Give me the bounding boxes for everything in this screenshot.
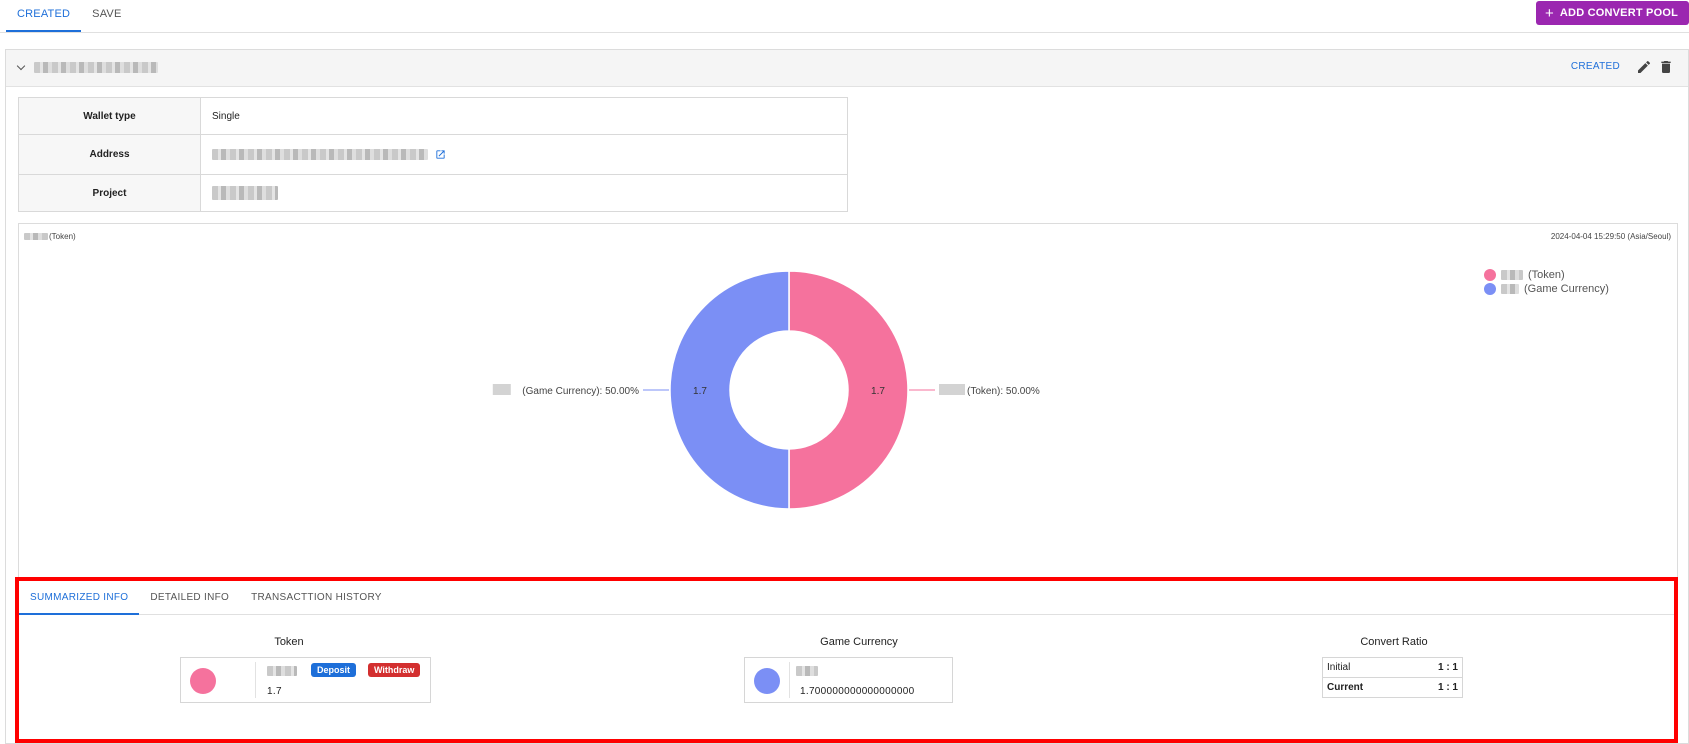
initial-label: Initial (1327, 662, 1351, 673)
project-redacted (212, 186, 278, 200)
external-link-icon[interactable] (435, 149, 446, 160)
slice-name-redacted (939, 384, 965, 395)
token-card: Deposit Withdraw 1.7 (180, 657, 431, 703)
table-row: Current 1 : 1 (1322, 677, 1463, 698)
game-currency-color-dot (754, 668, 780, 694)
tab-summarized-info[interactable]: SUMMARIZED INFO (19, 581, 140, 615)
add-convert-pool-button[interactable]: + ADD CONVERT POOL (1535, 1, 1689, 25)
card-divider (789, 662, 790, 698)
legend-dot-game-currency (1484, 283, 1496, 295)
slice-name-redacted (492, 384, 511, 395)
pool-name-redacted (34, 62, 158, 73)
initial-value: 1 : 1 (1437, 662, 1458, 673)
slice-value-label: 1.7 (693, 386, 707, 397)
legend-name-redacted (1501, 284, 1519, 294)
token-color-dot (190, 668, 216, 694)
table-row: Project (18, 174, 848, 212)
top-tabs: CREATED SAVE (6, 0, 133, 32)
add-convert-pool-label: ADD CONVERT POOL (1559, 7, 1678, 19)
tab-created[interactable]: CREATED (6, 0, 82, 32)
deposit-button[interactable]: Deposit (311, 663, 357, 677)
legend-label-token: (Token) (1528, 269, 1565, 281)
donut-chart: 1.7 (Token): 50.00% 1.7 (Game Currency): 50… (492, 270, 1040, 510)
address-value (200, 134, 848, 175)
tab-transaction-history[interactable]: TRANSACTTION HISTORY (240, 581, 393, 615)
trash-icon[interactable] (1658, 59, 1674, 75)
current-value: 1 : 1 (1407, 677, 1463, 698)
token-amount: 1.7 (267, 686, 282, 697)
wallet-type-value: Single (200, 97, 848, 135)
legend-dot-token (1484, 269, 1496, 281)
panel-header[interactable]: CREATED (6, 50, 1688, 87)
slice-percent-label: (Game Currency): 50.00% (522, 386, 639, 397)
table-row: Wallet type Single (18, 97, 848, 135)
token-name-redacted (267, 666, 297, 676)
withdraw-button[interactable]: Withdraw (368, 663, 421, 677)
card-divider (255, 662, 256, 698)
table-row: Address (18, 134, 848, 175)
tabs-divider (0, 32, 1689, 33)
tab-save[interactable]: SAVE (81, 0, 132, 32)
legend-name-redacted (1501, 270, 1523, 280)
game-currency-title: Game Currency (820, 636, 898, 648)
project-label: Project (18, 174, 201, 212)
project-value (200, 174, 848, 212)
chart-container: (Token) 2024-04-04 15:29:50 (Asia/Seoul)… (18, 223, 1678, 578)
game-currency-name-redacted (796, 666, 818, 676)
slice-percent-label: (Token): 50.00% (967, 386, 1040, 397)
legend-item-token[interactable]: (Token) (1484, 268, 1609, 282)
pie-slice[interactable] (788, 270, 909, 510)
address-redacted (212, 148, 428, 160)
summary-section-highlight: SUMMARIZED INFO DETAILED INFO TRANSACTTI… (15, 577, 1678, 743)
current-label: Current (1322, 677, 1408, 698)
tab-detailed-info[interactable]: DETAILED INFO (139, 581, 240, 615)
token-title: Token (274, 636, 304, 648)
pencil-icon[interactable] (1636, 59, 1652, 75)
wallet-type-label: Wallet type (18, 97, 201, 135)
chart-legend: (Token) (Game Currency) (1484, 268, 1609, 296)
address-label: Address (18, 134, 201, 175)
game-currency-card: 1.700000000000000000 (744, 657, 953, 703)
info-tabs: SUMMARIZED INFO DETAILED INFO TRANSACTTI… (19, 581, 1674, 615)
wallet-info-table: Wallet type Single Address Project (18, 97, 848, 212)
legend-item-game-currency[interactable]: (Game Currency) (1484, 282, 1609, 296)
convert-ratio-table: Initial 1 : 1 Current 1 : 1 (1322, 657, 1463, 698)
plus-icon: + (1544, 4, 1554, 22)
legend-label-game-currency: (Game Currency) (1524, 283, 1609, 295)
pie-slice[interactable] (669, 270, 790, 510)
table-row: Initial 1 : 1 (1323, 658, 1463, 678)
status-label: CREATED (1570, 61, 1620, 72)
game-currency-amount: 1.700000000000000000 (800, 686, 915, 697)
slice-value-label: 1.7 (871, 386, 885, 397)
convert-ratio-title: Convert Ratio (1360, 636, 1428, 648)
chevron-down-icon[interactable] (16, 61, 26, 71)
